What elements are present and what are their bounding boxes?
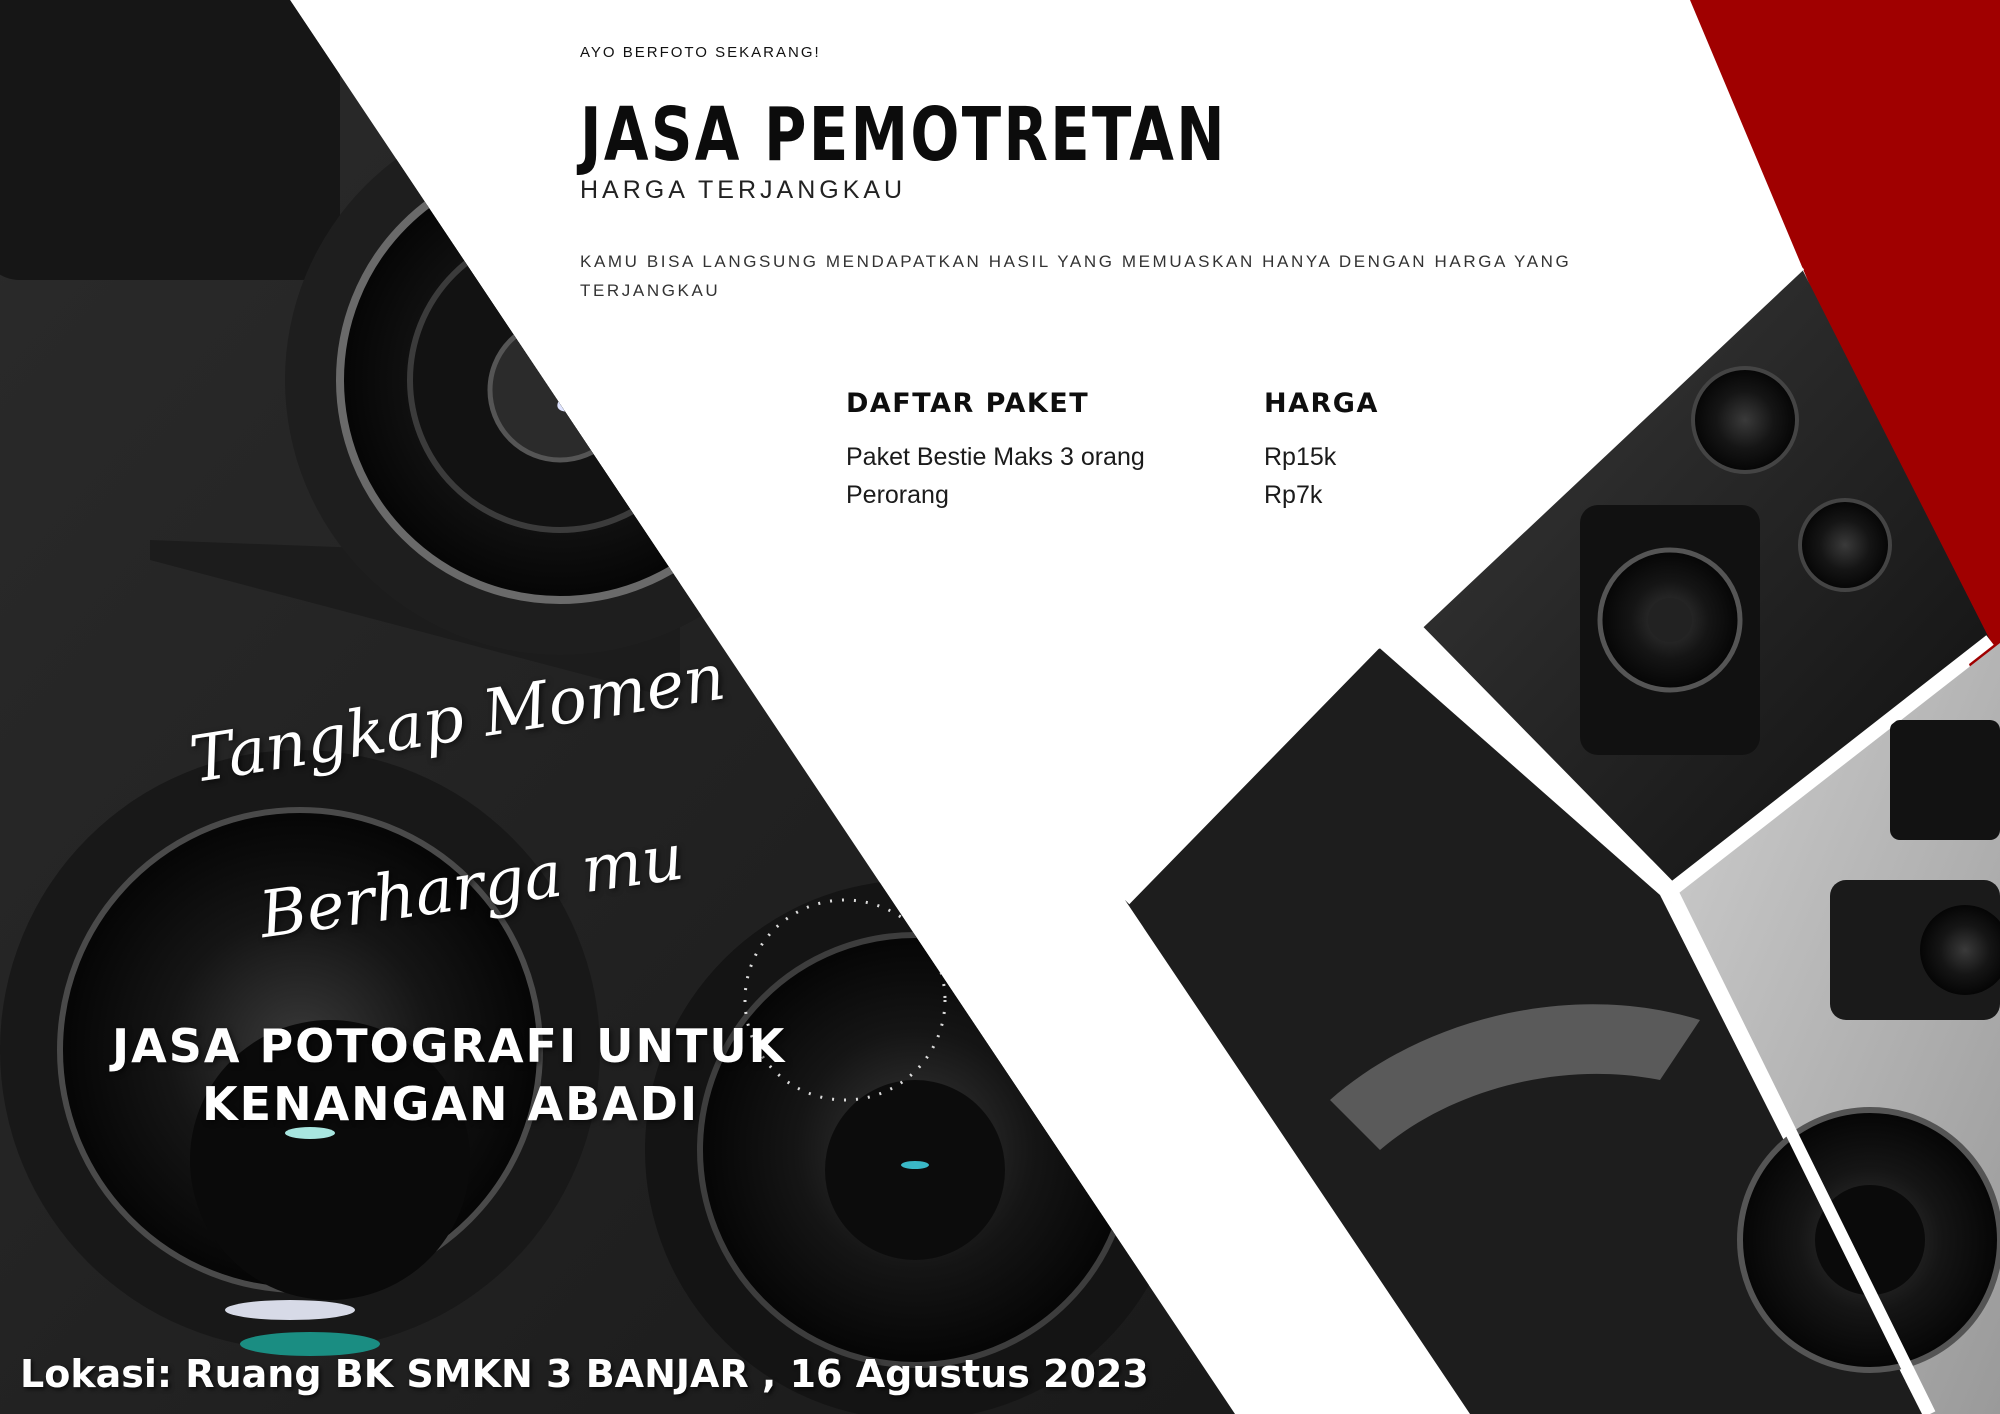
price-column-header: HARGA <box>1264 388 1379 419</box>
description-text: KAMU BISA LANGSUNG MENDAPATKAN HASIL YAN… <box>580 252 1572 300</box>
package-name: Paket Bestie Maks 3 orang <box>846 443 1145 471</box>
location-date-text: Lokasi: Ruang BK SMKN 3 BANJAR , 16 Agus… <box>20 1352 1149 1396</box>
page-subtitle: HARGA TERJANGKAU <box>580 176 907 204</box>
service-heading-line-2: KENANGAN ABADI <box>202 1077 700 1131</box>
package-name: Perorang <box>846 481 949 509</box>
package-list: Paket Bestie Maks 3 orang Perorang <box>846 438 1145 514</box>
eyebrow-text: AYO BERFOTO SEKARANG! <box>580 44 821 61</box>
package-price: Rp7k <box>1264 481 1323 509</box>
package-price: Rp15k <box>1264 443 1337 471</box>
page-title: JASA PEMOTRETAN <box>580 92 1227 178</box>
service-heading-line-1: JASA POTOGRAFI UNTUK <box>112 1019 787 1073</box>
price-list: Rp15k Rp7k <box>1264 438 1336 514</box>
package-column-header: DAFTAR PAKET <box>846 388 1090 419</box>
